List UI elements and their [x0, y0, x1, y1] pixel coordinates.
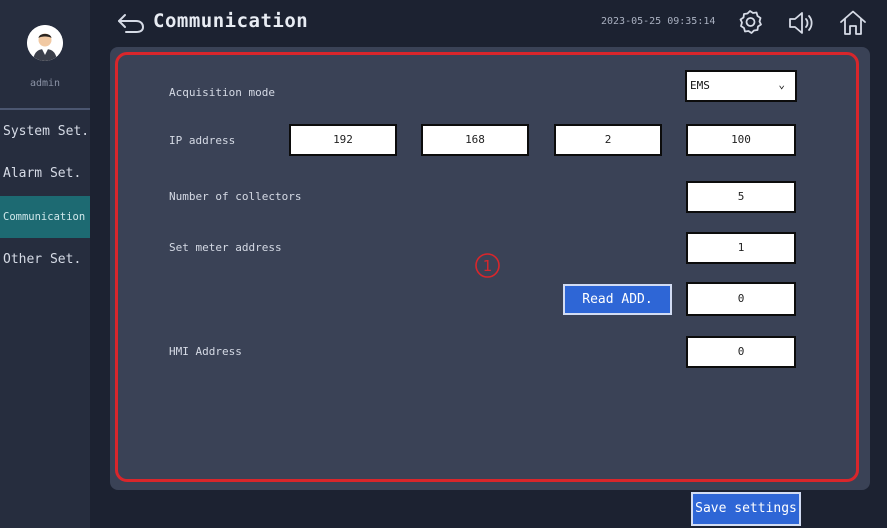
meter-address-label: Set meter address: [169, 241, 282, 254]
collectors-field[interactable]: 5: [686, 181, 796, 213]
read-address-button[interactable]: Read ADD.: [563, 284, 672, 315]
svg-text:1: 1: [483, 257, 493, 275]
ip-octet-4-field[interactable]: 100: [686, 124, 796, 156]
ip-octet-1-field[interactable]: 192: [289, 124, 397, 156]
save-settings-button[interactable]: Save settings: [691, 492, 801, 526]
avatar-icon[interactable]: [27, 25, 63, 61]
acquisition-mode-label: Acquisition mode: [169, 86, 275, 99]
chevron-down-icon: ⌄: [778, 78, 785, 91]
hmi-address-field[interactable]: 0: [686, 336, 796, 368]
home-icon[interactable]: [838, 9, 868, 37]
acquisition-mode-value: EMS: [690, 79, 710, 92]
meter-address-field[interactable]: 1: [686, 232, 796, 264]
ip-octet-3-field[interactable]: 2: [554, 124, 662, 156]
back-arrow-icon[interactable]: [116, 12, 146, 34]
gear-icon[interactable]: [735, 9, 765, 37]
ip-address-label: IP address: [169, 134, 236, 147]
datetime: 2023-05-25 09:35:14: [601, 16, 716, 27]
sidebar-item-communication[interactable]: Communication: [0, 196, 90, 238]
hmi-address-label: HMI Address: [169, 345, 242, 358]
read-address-field[interactable]: 0: [686, 282, 796, 316]
marker-circle-one: 1: [475, 253, 500, 278]
sidebar-item-alarm-set[interactable]: Alarm Set.: [0, 153, 90, 195]
sidebar: admin System Set. Alarm Set. Communicati…: [0, 0, 90, 528]
acquisition-mode-select[interactable]: EMS ⌄: [685, 70, 797, 102]
sidebar-item-other-set[interactable]: Other Set.: [0, 239, 90, 281]
sidebar-item-system-set[interactable]: System Set.: [0, 111, 90, 153]
page-title: Communication: [153, 10, 309, 32]
sidebar-divider: [0, 108, 90, 110]
collectors-label: Number of collectors: [169, 190, 302, 203]
username: admin: [29, 78, 61, 89]
speaker-icon[interactable]: [786, 9, 816, 37]
ip-octet-2-field[interactable]: 168: [421, 124, 529, 156]
